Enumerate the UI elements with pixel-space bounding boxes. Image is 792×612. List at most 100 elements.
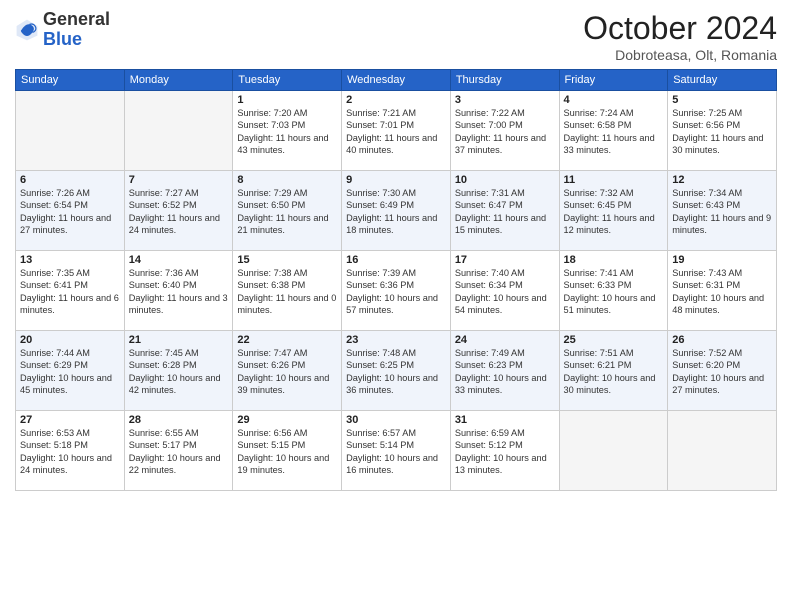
day-header-sunday: Sunday <box>16 70 125 91</box>
calendar-cell: 22Sunrise: 7:47 AM Sunset: 6:26 PM Dayli… <box>233 331 342 411</box>
day-header-thursday: Thursday <box>450 70 559 91</box>
day-number: 20 <box>20 334 120 346</box>
day-number: 17 <box>455 254 555 266</box>
day-detail: Sunrise: 7:52 AM Sunset: 6:20 PM Dayligh… <box>672 347 772 397</box>
day-detail: Sunrise: 7:34 AM Sunset: 6:43 PM Dayligh… <box>672 187 772 237</box>
day-number: 5 <box>672 94 772 106</box>
calendar-cell: 29Sunrise: 6:56 AM Sunset: 5:15 PM Dayli… <box>233 411 342 491</box>
calendar-cell <box>16 91 125 171</box>
day-number: 26 <box>672 334 772 346</box>
calendar-cell: 6Sunrise: 7:26 AM Sunset: 6:54 PM Daylig… <box>16 171 125 251</box>
day-number: 12 <box>672 174 772 186</box>
calendar-cell <box>668 411 777 491</box>
calendar-cell: 31Sunrise: 6:59 AM Sunset: 5:12 PM Dayli… <box>450 411 559 491</box>
day-number: 18 <box>564 254 664 266</box>
day-header-tuesday: Tuesday <box>233 70 342 91</box>
day-number: 24 <box>455 334 555 346</box>
calendar-cell: 23Sunrise: 7:48 AM Sunset: 6:25 PM Dayli… <box>342 331 451 411</box>
day-number: 14 <box>129 254 229 266</box>
day-detail: Sunrise: 7:49 AM Sunset: 6:23 PM Dayligh… <box>455 347 555 397</box>
logo: General Blue <box>15 10 110 50</box>
calendar-cell: 19Sunrise: 7:43 AM Sunset: 6:31 PM Dayli… <box>668 251 777 331</box>
day-detail: Sunrise: 7:41 AM Sunset: 6:33 PM Dayligh… <box>564 267 664 317</box>
day-number: 23 <box>346 334 446 346</box>
day-detail: Sunrise: 7:45 AM Sunset: 6:28 PM Dayligh… <box>129 347 229 397</box>
day-detail: Sunrise: 6:53 AM Sunset: 5:18 PM Dayligh… <box>20 427 120 477</box>
day-detail: Sunrise: 7:48 AM Sunset: 6:25 PM Dayligh… <box>346 347 446 397</box>
calendar-cell: 21Sunrise: 7:45 AM Sunset: 6:28 PM Dayli… <box>124 331 233 411</box>
day-number: 31 <box>455 414 555 426</box>
day-detail: Sunrise: 7:35 AM Sunset: 6:41 PM Dayligh… <box>20 267 120 317</box>
calendar-cell: 11Sunrise: 7:32 AM Sunset: 6:45 PM Dayli… <box>559 171 668 251</box>
day-detail: Sunrise: 7:29 AM Sunset: 6:50 PM Dayligh… <box>237 187 337 237</box>
week-row-3: 13Sunrise: 7:35 AM Sunset: 6:41 PM Dayli… <box>16 251 777 331</box>
calendar-cell: 7Sunrise: 7:27 AM Sunset: 6:52 PM Daylig… <box>124 171 233 251</box>
day-detail: Sunrise: 7:20 AM Sunset: 7:03 PM Dayligh… <box>237 107 337 157</box>
day-number: 11 <box>564 174 664 186</box>
calendar-cell: 30Sunrise: 6:57 AM Sunset: 5:14 PM Dayli… <box>342 411 451 491</box>
week-row-2: 6Sunrise: 7:26 AM Sunset: 6:54 PM Daylig… <box>16 171 777 251</box>
calendar-cell: 24Sunrise: 7:49 AM Sunset: 6:23 PM Dayli… <box>450 331 559 411</box>
day-number: 4 <box>564 94 664 106</box>
day-number: 22 <box>237 334 337 346</box>
day-number: 7 <box>129 174 229 186</box>
calendar-cell: 12Sunrise: 7:34 AM Sunset: 6:43 PM Dayli… <box>668 171 777 251</box>
day-detail: Sunrise: 7:39 AM Sunset: 6:36 PM Dayligh… <box>346 267 446 317</box>
calendar-cell: 20Sunrise: 7:44 AM Sunset: 6:29 PM Dayli… <box>16 331 125 411</box>
calendar-cell <box>559 411 668 491</box>
day-detail: Sunrise: 7:38 AM Sunset: 6:38 PM Dayligh… <box>237 267 337 317</box>
day-detail: Sunrise: 7:26 AM Sunset: 6:54 PM Dayligh… <box>20 187 120 237</box>
location: Dobroteasa, Olt, Romania <box>583 47 777 63</box>
day-detail: Sunrise: 7:21 AM Sunset: 7:01 PM Dayligh… <box>346 107 446 157</box>
calendar-cell: 2Sunrise: 7:21 AM Sunset: 7:01 PM Daylig… <box>342 91 451 171</box>
day-number: 29 <box>237 414 337 426</box>
calendar-cell: 9Sunrise: 7:30 AM Sunset: 6:49 PM Daylig… <box>342 171 451 251</box>
calendar-cell: 13Sunrise: 7:35 AM Sunset: 6:41 PM Dayli… <box>16 251 125 331</box>
calendar: SundayMondayTuesdayWednesdayThursdayFrid… <box>15 69 777 491</box>
calendar-cell: 5Sunrise: 7:25 AM Sunset: 6:56 PM Daylig… <box>668 91 777 171</box>
day-detail: Sunrise: 7:31 AM Sunset: 6:47 PM Dayligh… <box>455 187 555 237</box>
day-number: 1 <box>237 94 337 106</box>
day-detail: Sunrise: 6:55 AM Sunset: 5:17 PM Dayligh… <box>129 427 229 477</box>
day-detail: Sunrise: 7:30 AM Sunset: 6:49 PM Dayligh… <box>346 187 446 237</box>
day-number: 2 <box>346 94 446 106</box>
day-header-saturday: Saturday <box>668 70 777 91</box>
day-number: 8 <box>237 174 337 186</box>
day-number: 10 <box>455 174 555 186</box>
calendar-cell: 1Sunrise: 7:20 AM Sunset: 7:03 PM Daylig… <box>233 91 342 171</box>
week-row-5: 27Sunrise: 6:53 AM Sunset: 5:18 PM Dayli… <box>16 411 777 491</box>
calendar-cell: 4Sunrise: 7:24 AM Sunset: 6:58 PM Daylig… <box>559 91 668 171</box>
week-row-4: 20Sunrise: 7:44 AM Sunset: 6:29 PM Dayli… <box>16 331 777 411</box>
day-number: 30 <box>346 414 446 426</box>
day-detail: Sunrise: 7:40 AM Sunset: 6:34 PM Dayligh… <box>455 267 555 317</box>
day-detail: Sunrise: 6:56 AM Sunset: 5:15 PM Dayligh… <box>237 427 337 477</box>
week-row-1: 1Sunrise: 7:20 AM Sunset: 7:03 PM Daylig… <box>16 91 777 171</box>
calendar-cell: 25Sunrise: 7:51 AM Sunset: 6:21 PM Dayli… <box>559 331 668 411</box>
day-header-monday: Monday <box>124 70 233 91</box>
calendar-cell: 3Sunrise: 7:22 AM Sunset: 7:00 PM Daylig… <box>450 91 559 171</box>
title-block: October 2024 Dobroteasa, Olt, Romania <box>583 10 777 63</box>
calendar-cell: 14Sunrise: 7:36 AM Sunset: 6:40 PM Dayli… <box>124 251 233 331</box>
calendar-cell: 17Sunrise: 7:40 AM Sunset: 6:34 PM Dayli… <box>450 251 559 331</box>
calendar-cell: 15Sunrise: 7:38 AM Sunset: 6:38 PM Dayli… <box>233 251 342 331</box>
day-number: 28 <box>129 414 229 426</box>
calendar-cell: 27Sunrise: 6:53 AM Sunset: 5:18 PM Dayli… <box>16 411 125 491</box>
calendar-cell: 28Sunrise: 6:55 AM Sunset: 5:17 PM Dayli… <box>124 411 233 491</box>
logo-text: General Blue <box>43 10 110 50</box>
day-detail: Sunrise: 7:51 AM Sunset: 6:21 PM Dayligh… <box>564 347 664 397</box>
header: General Blue October 2024 Dobroteasa, Ol… <box>15 10 777 63</box>
day-detail: Sunrise: 7:44 AM Sunset: 6:29 PM Dayligh… <box>20 347 120 397</box>
calendar-header-row: SundayMondayTuesdayWednesdayThursdayFrid… <box>16 70 777 91</box>
day-number: 13 <box>20 254 120 266</box>
day-detail: Sunrise: 7:22 AM Sunset: 7:00 PM Dayligh… <box>455 107 555 157</box>
day-number: 25 <box>564 334 664 346</box>
calendar-cell: 18Sunrise: 7:41 AM Sunset: 6:33 PM Dayli… <box>559 251 668 331</box>
day-number: 21 <box>129 334 229 346</box>
calendar-cell: 10Sunrise: 7:31 AM Sunset: 6:47 PM Dayli… <box>450 171 559 251</box>
calendar-cell: 26Sunrise: 7:52 AM Sunset: 6:20 PM Dayli… <box>668 331 777 411</box>
day-detail: Sunrise: 7:24 AM Sunset: 6:58 PM Dayligh… <box>564 107 664 157</box>
day-detail: Sunrise: 7:27 AM Sunset: 6:52 PM Dayligh… <box>129 187 229 237</box>
logo-icon <box>15 18 39 42</box>
day-number: 9 <box>346 174 446 186</box>
calendar-cell: 8Sunrise: 7:29 AM Sunset: 6:50 PM Daylig… <box>233 171 342 251</box>
